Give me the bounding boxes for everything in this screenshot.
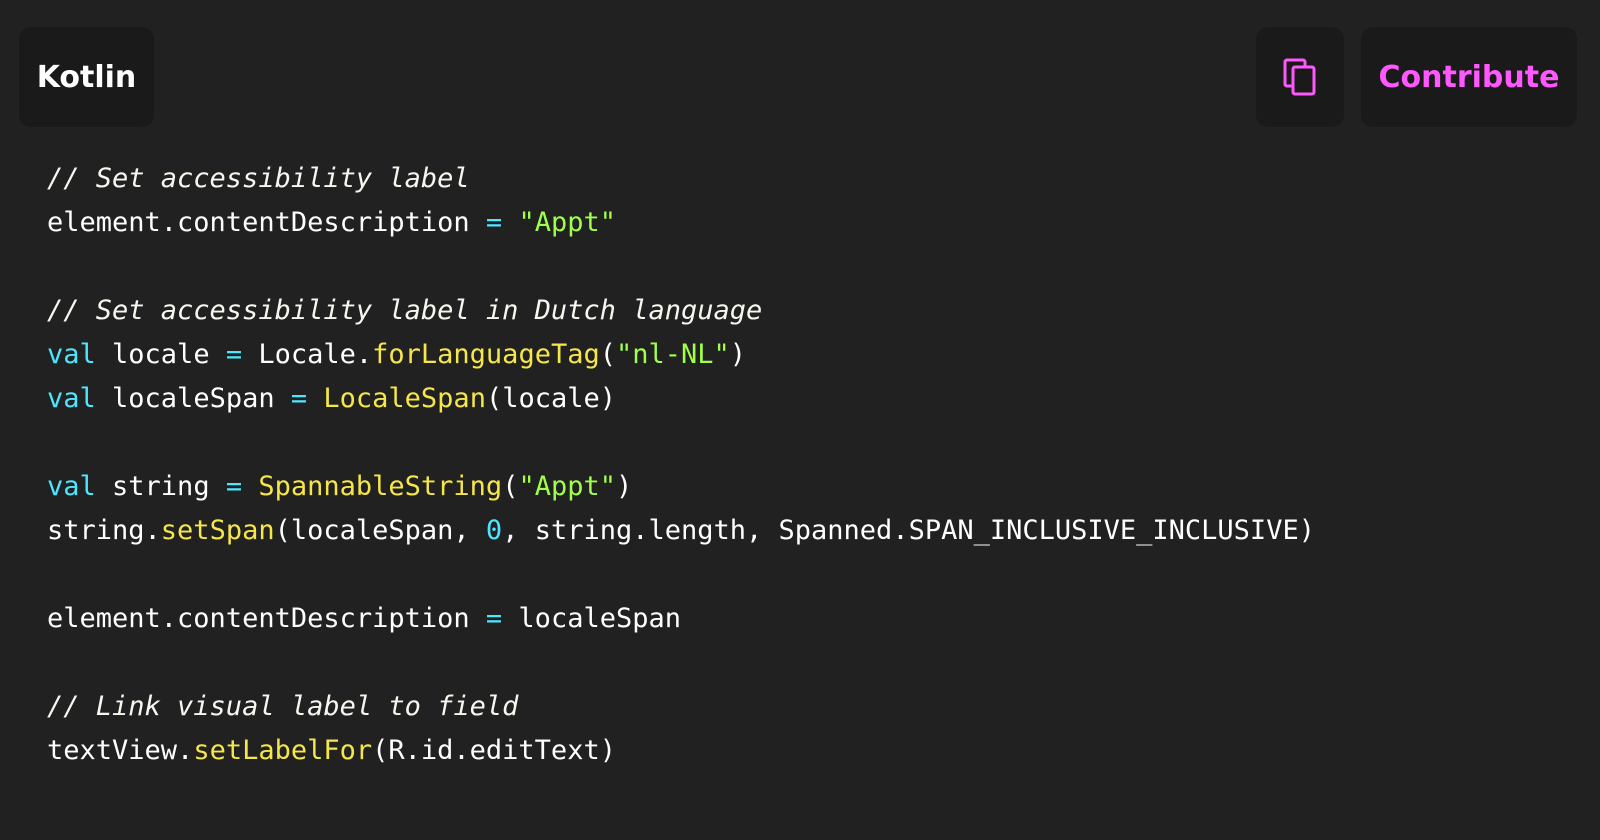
code-line: // Link visual label to field bbox=[47, 685, 1315, 729]
code-token: setSpan bbox=[160, 515, 275, 546]
code-token: element.contentDescription bbox=[47, 207, 486, 238]
code-line: element.contentDescription = localeSpan bbox=[47, 597, 1315, 641]
code-token: (locale) bbox=[485, 383, 616, 414]
code-token: // Link visual label to field bbox=[47, 691, 519, 722]
code-token: = bbox=[225, 471, 243, 502]
code-token: localeSpan bbox=[95, 383, 291, 414]
code-token: SpannableString bbox=[258, 471, 503, 502]
code-token: Locale. bbox=[242, 339, 373, 370]
language-tab-kotlin[interactable]: Kotlin bbox=[19, 27, 154, 127]
code-token: ( bbox=[599, 339, 616, 370]
code-token: (localeSpan, bbox=[274, 515, 486, 546]
code-token: val bbox=[47, 471, 96, 502]
code-token: (R.id.editText) bbox=[372, 735, 616, 766]
copy-icon bbox=[1283, 58, 1316, 96]
code-line: val string = SpannableString("Appt") bbox=[47, 465, 1315, 509]
code-line: element.contentDescription = "Appt" bbox=[47, 201, 1315, 245]
code-line: val localeSpan = LocaleSpan(locale) bbox=[47, 377, 1315, 421]
code-token: , string.length, Spanned.SPAN_INCLUSIVE_… bbox=[502, 515, 1315, 546]
code-token: ) bbox=[616, 471, 633, 502]
contribute-button[interactable]: Contribute bbox=[1361, 27, 1577, 127]
code-token: "Appt" bbox=[518, 207, 616, 238]
code-token: val bbox=[47, 339, 96, 370]
code-block: // Set accessibility label element.conten… bbox=[47, 157, 1315, 773]
code-token: = bbox=[485, 207, 503, 238]
code-line: textView.setLabelFor(R.id.editText) bbox=[47, 729, 1315, 773]
code-token: locale bbox=[95, 339, 226, 370]
code-token: string. bbox=[47, 515, 161, 546]
code-token: val bbox=[47, 383, 96, 414]
code-token: textView. bbox=[47, 735, 194, 766]
code-token: = bbox=[290, 383, 308, 414]
code-token: forLanguageTag bbox=[372, 339, 600, 370]
code-token: "nl-NL" bbox=[615, 339, 730, 370]
code-line: val locale = Locale.forLanguageTag("nl-N… bbox=[47, 333, 1315, 377]
code-token: element.contentDescription bbox=[47, 603, 486, 634]
code-token: = bbox=[225, 339, 243, 370]
copy-button[interactable] bbox=[1256, 27, 1344, 127]
code-token: LocaleSpan bbox=[323, 383, 486, 414]
code-token: localeSpan bbox=[502, 603, 681, 634]
code-token: ) bbox=[729, 339, 747, 370]
code-token: // Set accessibility label in Dutch lang… bbox=[47, 295, 763, 326]
code-token: setLabelFor bbox=[193, 735, 373, 766]
code-line: string.setSpan(localeSpan, 0, string.len… bbox=[47, 509, 1315, 553]
code-token: "Appt" bbox=[518, 471, 617, 502]
code-line: // Set accessibility label in Dutch lang… bbox=[47, 289, 1315, 333]
code-token: // Set accessibility label bbox=[47, 163, 470, 194]
code-token: 0 bbox=[485, 515, 503, 546]
code-token: string bbox=[95, 471, 226, 502]
code-token: ( bbox=[502, 471, 519, 502]
code-token: = bbox=[485, 603, 503, 634]
code-line: // Set accessibility label bbox=[47, 157, 1315, 201]
